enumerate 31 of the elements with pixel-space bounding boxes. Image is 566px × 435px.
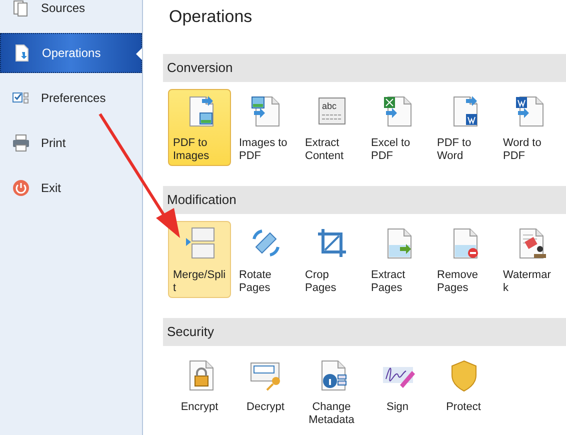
tool-button[interactable]: PDF to Images	[168, 89, 231, 166]
sidebar-item[interactable]: Print	[0, 123, 142, 163]
document-arrow-icon	[13, 44, 31, 62]
pages-icon	[12, 0, 30, 17]
section-header: Modification	[163, 186, 566, 214]
tool-button[interactable]: Images to PDF	[234, 89, 297, 166]
section-header: Security	[163, 318, 566, 346]
tool-button[interactable]: Decrypt	[234, 353, 297, 430]
section-header: Conversion	[163, 54, 566, 82]
tool-button[interactable]: Crop Pages	[300, 221, 363, 298]
pointer-icon	[136, 48, 142, 60]
tool-button[interactable]: Rotate Pages	[234, 221, 297, 298]
tool-button[interactable]: Change Metadata	[300, 353, 363, 430]
tool-button[interactable]: Sign	[366, 353, 429, 430]
power-icon	[12, 179, 30, 197]
tool-button[interactable]: Word to PDF	[498, 89, 561, 166]
tool-button[interactable]: PDF to Word	[432, 89, 495, 166]
tool-button[interactable]: Encrypt	[168, 353, 231, 430]
sidebar-item[interactable]: Exit	[0, 168, 142, 208]
tool-button[interactable]: Extract Pages	[366, 221, 429, 298]
printer-icon	[12, 134, 30, 152]
sidebar-item[interactable]: Preferences	[0, 78, 142, 118]
tool-button[interactable]: Merge/Split	[168, 221, 231, 298]
tool-button[interactable]: Watermark	[498, 221, 561, 298]
tool-button[interactable]: Remove Pages	[432, 221, 495, 298]
tool-button[interactable]: Excel to PDF	[366, 89, 429, 166]
sidebar-item[interactable]: Operations	[0, 33, 142, 73]
tool-button[interactable]: Protect	[432, 353, 495, 430]
page-title: Operations	[168, 6, 254, 28]
sidebar-item[interactable]: Sources	[0, 0, 142, 28]
tool-button[interactable]: abc Extract Content	[300, 89, 363, 166]
